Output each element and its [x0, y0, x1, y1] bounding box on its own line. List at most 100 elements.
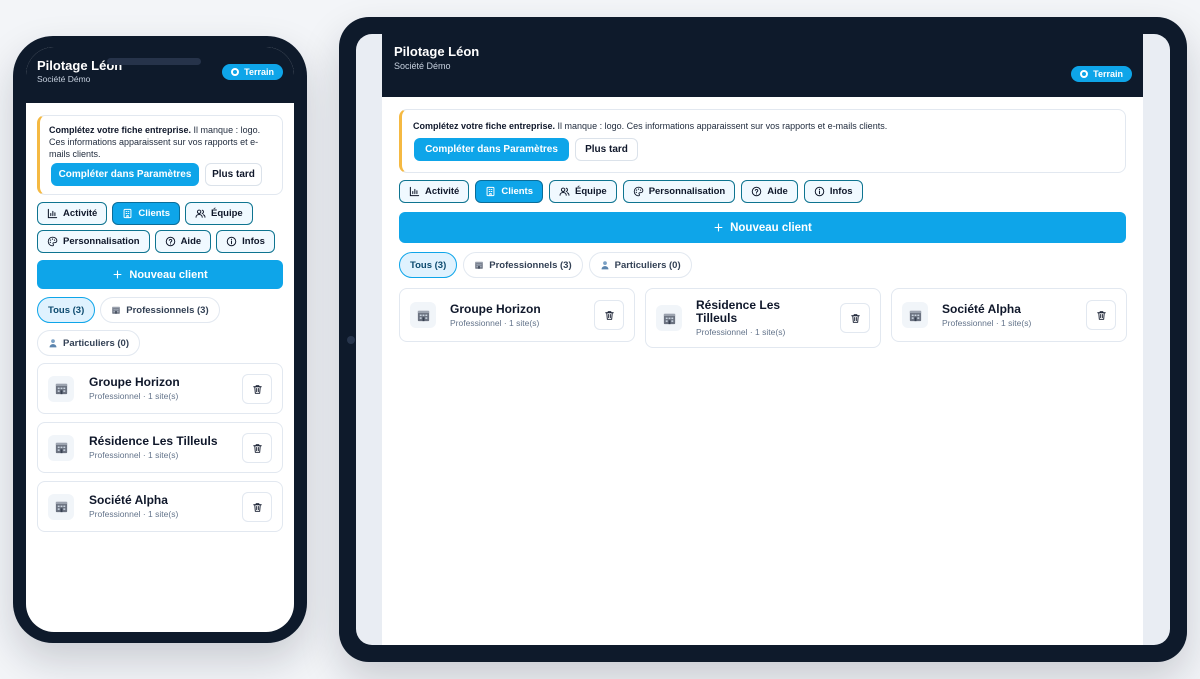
notice-body: Il manque : logo. Ces informations appar… — [555, 121, 888, 131]
office-building-icon — [902, 302, 928, 328]
tab-personnalisation[interactable]: Personnalisation — [622, 180, 736, 203]
terrain-mode-label: Terrain — [1093, 69, 1123, 79]
client-filters: Tous (3) Professionnels (3) — [37, 297, 220, 323]
company-profile-notice: Complétez votre fiche entreprise. Il man… — [37, 115, 283, 195]
client-card[interactable]: Société Alpha Professionnel · 1 site(s) — [37, 481, 283, 532]
delete-client-button[interactable] — [594, 300, 624, 330]
filter-individuals[interactable]: Particuliers (0) — [588, 252, 692, 278]
tab-label: Infos — [242, 236, 265, 247]
office-building-icon — [48, 434, 74, 461]
filter-professionals[interactable]: Professionnels (3) — [100, 297, 220, 323]
filter-individuals[interactable]: Particuliers (0) — [37, 330, 140, 356]
help-circle-icon — [751, 186, 762, 197]
filter-label: Professionnels (3) — [126, 304, 209, 316]
company-name: Société Démo — [394, 61, 451, 71]
office-building-icon — [48, 375, 74, 402]
tab-clients[interactable]: Clients — [112, 202, 181, 225]
office-building-icon — [656, 305, 682, 331]
tab-label: Clients — [138, 208, 171, 219]
tab-infos[interactable]: Infos — [803, 180, 863, 203]
trash-icon — [252, 502, 263, 513]
nav-tabs: Activité Clients Équipe Personnalisation… — [399, 180, 863, 203]
new-client-button[interactable]: Nouveau client — [399, 212, 1126, 243]
tab-aide[interactable]: Aide — [741, 180, 798, 203]
delete-client-button[interactable] — [840, 303, 870, 333]
tab-equipe[interactable]: Équipe — [185, 202, 253, 225]
tab-label: Aide — [180, 236, 202, 247]
plus-icon — [112, 269, 123, 280]
tab-activite[interactable]: Activité — [37, 202, 108, 225]
client-card[interactable]: Résidence Les Tilleuls Professionnel · 1 … — [645, 288, 881, 348]
phone-frame: Pilotage Léon Société Démo Terrain Compl… — [13, 36, 307, 643]
person-icon — [48, 338, 58, 348]
palette-icon — [633, 186, 644, 197]
notice-title: Complétez votre fiche entreprise. — [413, 121, 556, 131]
trash-icon — [1096, 310, 1107, 321]
tab-infos[interactable]: Infos — [216, 230, 275, 253]
office-building-icon — [474, 260, 484, 270]
tab-activite[interactable]: Activité — [399, 180, 470, 203]
trash-icon — [850, 313, 861, 324]
delete-client-button[interactable] — [242, 492, 272, 522]
building-icon — [122, 208, 133, 219]
palette-icon — [47, 236, 58, 247]
new-client-label: Nouveau client — [129, 268, 208, 281]
client-card[interactable]: Groupe Horizon Professionnel · 1 site(s) — [399, 288, 635, 342]
tablet-screen: Pilotage Léon Société Démo Terrain Compl… — [356, 34, 1170, 645]
trash-icon — [252, 384, 263, 395]
client-card[interactable]: Résidence Les Tilleuls Professionnel · 1 … — [37, 422, 283, 473]
office-building-icon — [111, 305, 121, 315]
office-building-icon — [48, 493, 74, 520]
delete-client-button[interactable] — [242, 433, 272, 463]
nav-tabs: Activité Clients Équipe — [37, 202, 253, 225]
client-list: Groupe Horizon Professionnel · 1 site(s) … — [37, 363, 283, 540]
complete-settings-button[interactable]: Compléter dans Paramètres — [414, 138, 569, 161]
help-circle-icon — [165, 236, 176, 247]
tab-clients[interactable]: Clients — [475, 180, 544, 203]
client-card[interactable]: Société Alpha Professionnel · 1 site(s) — [891, 288, 1127, 342]
tab-aide[interactable]: Aide — [154, 230, 212, 253]
complete-settings-button[interactable]: Compléter dans Paramètres — [51, 163, 199, 186]
users-icon — [559, 186, 570, 197]
later-button[interactable]: Plus tard — [575, 138, 638, 161]
filter-all[interactable]: Tous (3) — [37, 297, 96, 323]
tablet-frame: Pilotage Léon Société Démo Terrain Compl… — [339, 17, 1187, 662]
terrain-mode-label: Terrain — [244, 67, 274, 77]
filter-all[interactable]: Tous (3) — [399, 252, 458, 278]
filter-label: Particuliers (0) — [614, 259, 681, 271]
later-button[interactable]: Plus tard — [205, 163, 262, 186]
terrain-mode-badge[interactable]: Terrain — [1071, 66, 1132, 82]
tab-label: Activité — [63, 208, 98, 219]
client-filters: Tous (3) Professionnels (3) Particuliers… — [399, 252, 692, 278]
client-meta: Professionnel · 1 site(s) — [89, 391, 179, 401]
new-client-button[interactable]: Nouveau client — [37, 260, 283, 289]
client-meta: Professionnel · 1 site(s) — [89, 450, 179, 460]
client-name: Résidence Les Tilleuls — [89, 434, 218, 448]
client-name: Société Alpha — [89, 493, 168, 507]
tab-label: Personnalisation — [648, 186, 726, 197]
delete-client-button[interactable] — [242, 374, 272, 404]
users-icon — [195, 208, 206, 219]
client-name: Résidence Les Tilleuls — [696, 298, 781, 325]
client-card[interactable]: Groupe Horizon Professionnel · 1 site(s) — [37, 363, 283, 414]
filter-professionals[interactable]: Professionnels (3) — [463, 252, 583, 278]
terrain-mode-badge[interactable]: Terrain — [222, 64, 283, 80]
delete-client-button[interactable] — [1086, 300, 1116, 330]
info-icon — [226, 236, 237, 247]
company-profile-notice: Complétez votre fiche entreprise. Il man… — [399, 109, 1126, 173]
client-filters-row-2: Particuliers (0) — [37, 330, 140, 356]
circle-icon — [1080, 70, 1089, 78]
notice-text: Complétez votre fiche entreprise. Il man… — [413, 120, 1114, 132]
app-header: Pilotage Léon Société Démo Terrain — [26, 47, 294, 103]
plus-icon — [713, 222, 724, 233]
tablet-camera — [347, 336, 355, 344]
building-icon — [485, 186, 496, 197]
tab-personnalisation[interactable]: Personnalisation — [37, 230, 150, 253]
app-header: Pilotage Léon Société Démo Terrain — [382, 34, 1143, 97]
tab-equipe[interactable]: Équipe — [549, 180, 617, 203]
filter-label: Tous (3) — [48, 304, 85, 316]
client-name: Groupe Horizon — [450, 301, 541, 316]
bar-chart-icon — [409, 186, 420, 197]
filter-label: Particuliers (0) — [63, 337, 129, 349]
filter-label: Tous (3) — [410, 259, 447, 271]
